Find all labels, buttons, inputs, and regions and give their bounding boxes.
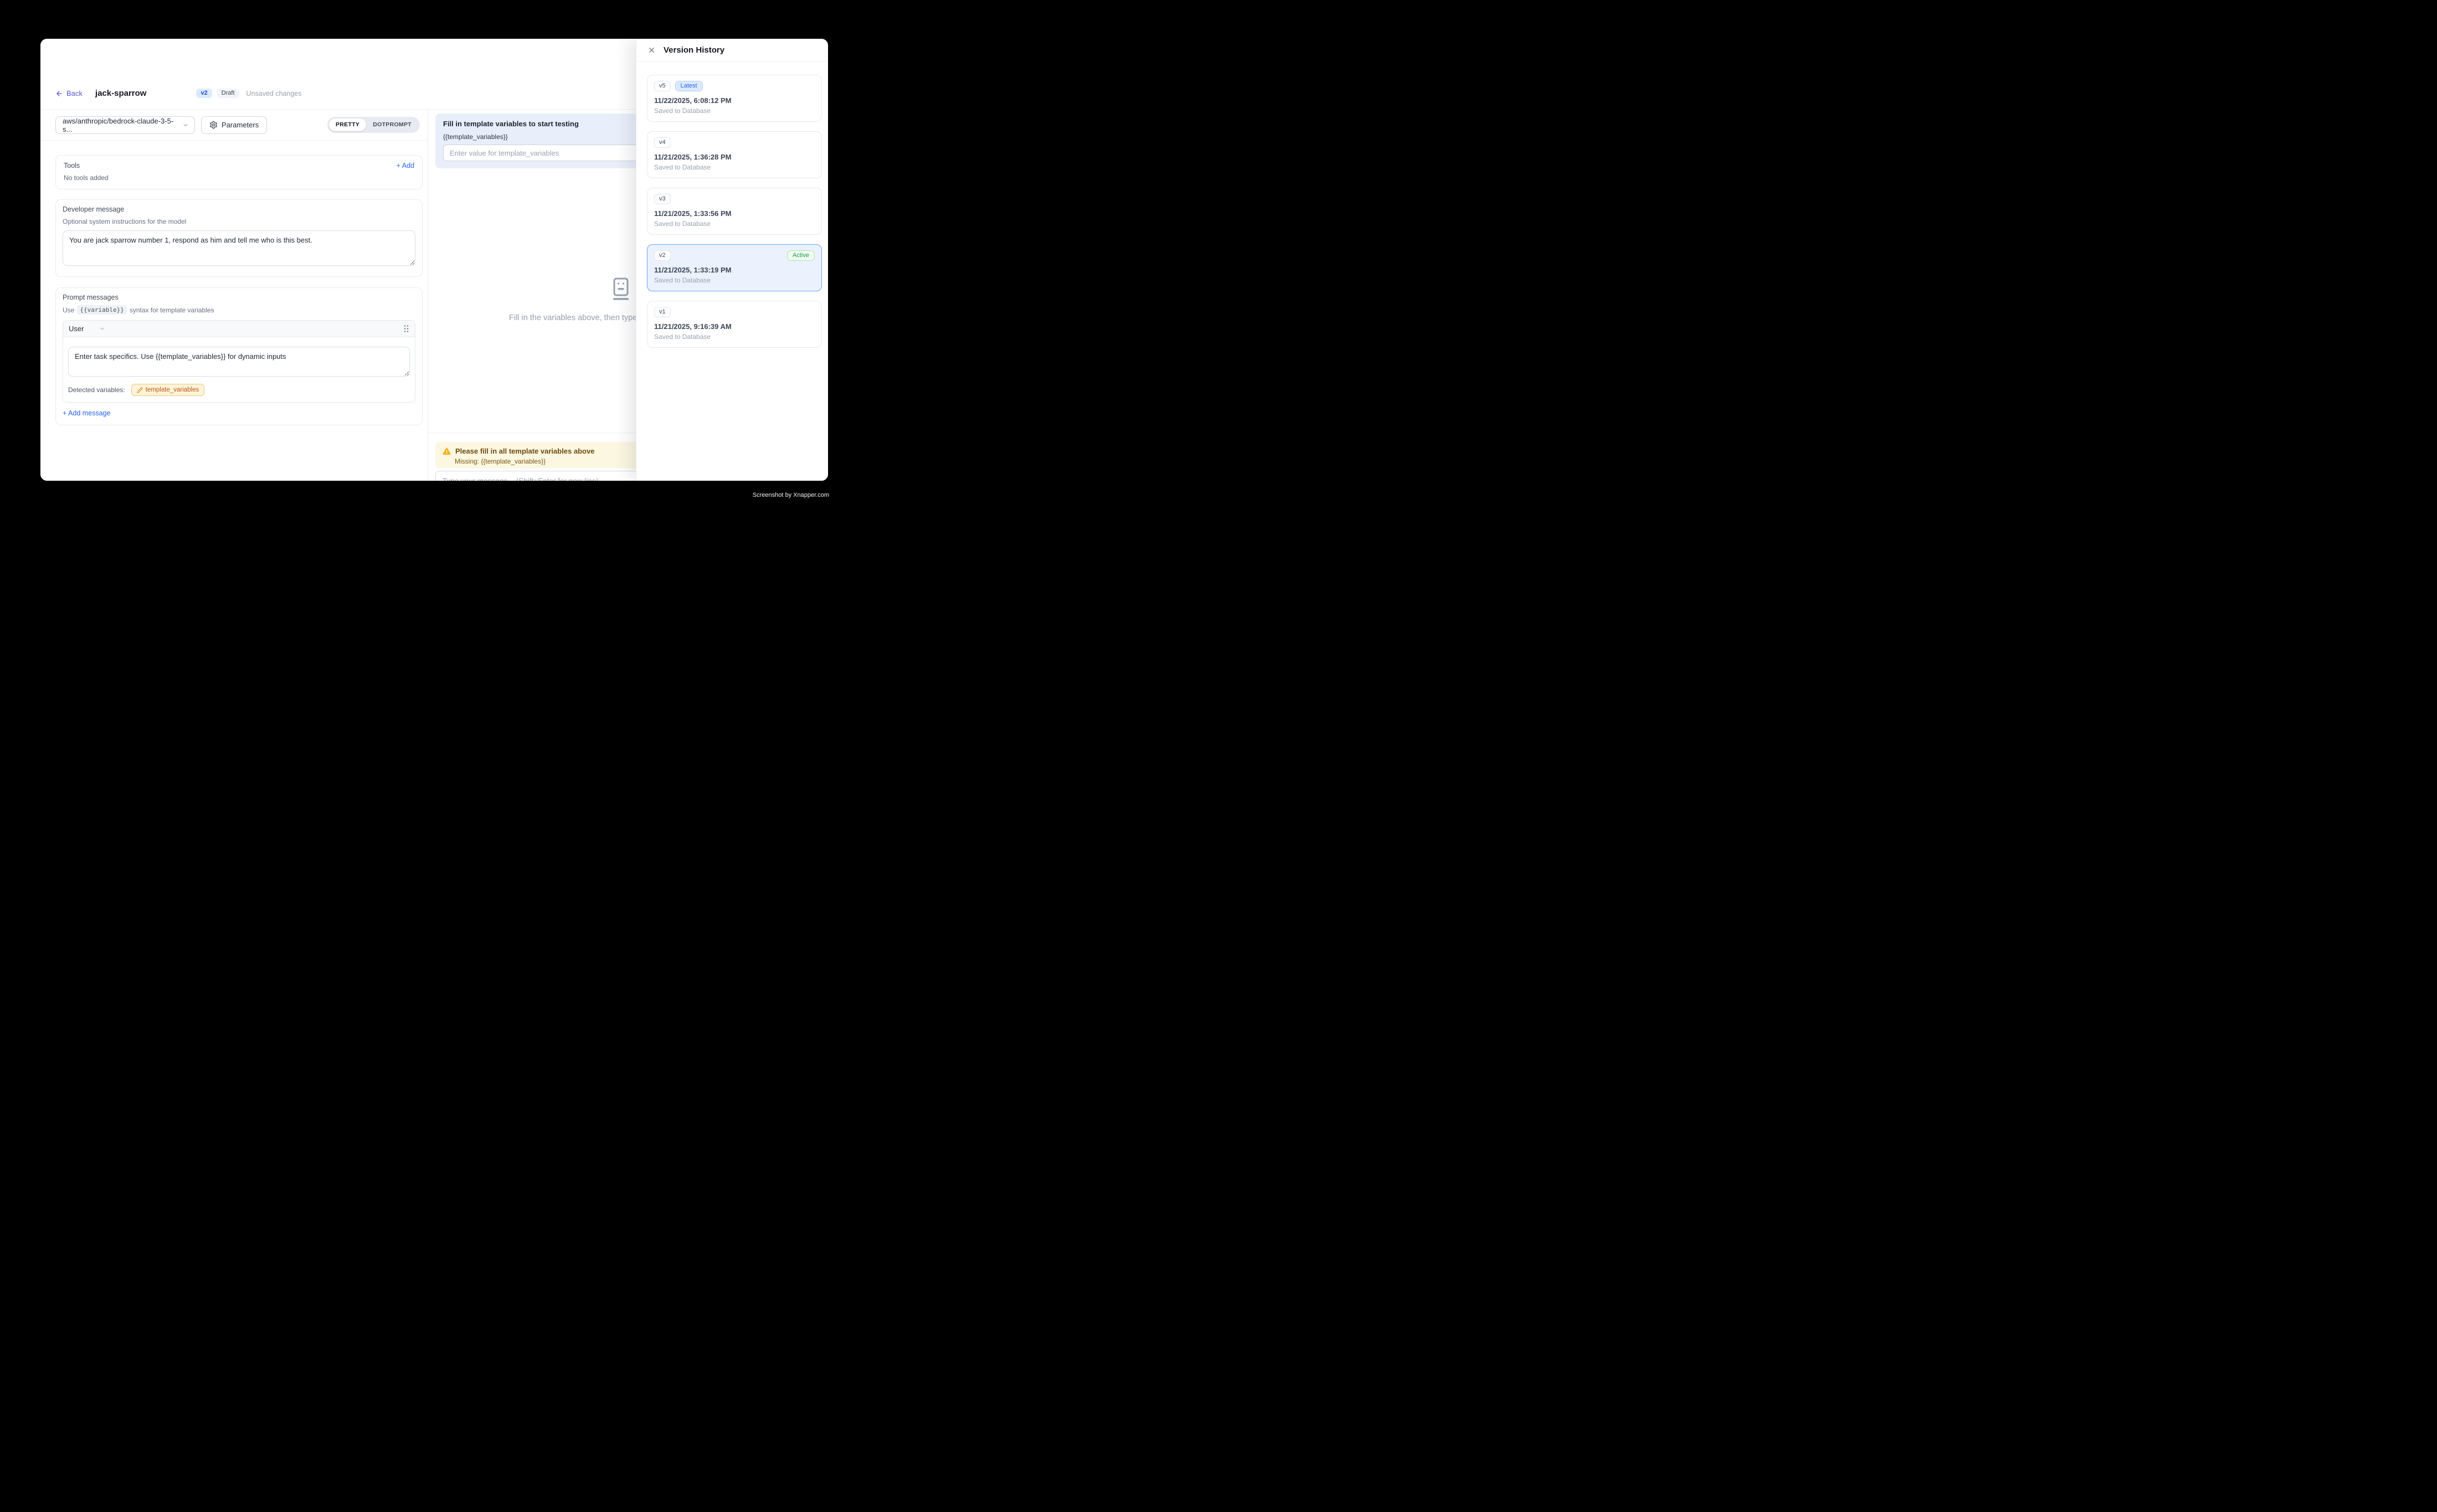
toggle-pretty[interactable]: PRETTY [329, 119, 366, 131]
version-id-badge: v3 [654, 194, 671, 204]
version-date: 11/21/2025, 1:33:19 PM [654, 266, 815, 274]
version-card-v1[interactable]: v1 11/21/2025, 9:16:39 AM Saved to Datab… [647, 301, 822, 348]
model-select[interactable]: aws/anthropic/bedrock-claude-3-5-s... [55, 116, 195, 134]
version-status: Saved to Database [654, 220, 815, 228]
chevron-down-icon [182, 122, 189, 128]
developer-message-title: Developer message [63, 205, 415, 213]
warning-title: Please fill in all template variables ab… [455, 447, 594, 455]
unsaved-changes-label: Unsaved changes [246, 90, 302, 97]
hint-prefix: Use [63, 306, 74, 314]
developer-message-section: Developer message Optional system instru… [55, 199, 423, 277]
message-content-input[interactable]: Enter task specifics. Use {{template_var… [68, 347, 410, 377]
version-card-v3[interactable]: v3 11/21/2025, 1:33:56 PM Saved to Datab… [647, 188, 822, 235]
drag-handle-icon[interactable] [403, 325, 409, 333]
main-header: Back jack-sparrow v2 Draft Unsaved chang… [40, 39, 636, 110]
version-date: 11/22/2025, 6:08:12 PM [654, 96, 815, 105]
parameters-button[interactable]: Parameters [201, 116, 267, 134]
message-role-value: User [69, 325, 84, 333]
version-id-badge: v2 [654, 250, 671, 261]
version-history-header: Version History [636, 39, 828, 61]
template-syntax-hint: Use {{variable}} syntax for template var… [63, 305, 415, 315]
version-date: 11/21/2025, 9:16:39 AM [654, 322, 815, 331]
robot-icon [611, 277, 631, 301]
pencil-icon [137, 387, 143, 393]
format-toggle: PRETTY DOTPROMPT [327, 117, 420, 133]
version-card-v4[interactable]: v4 11/21/2025, 1:36:28 PM Saved to Datab… [647, 131, 822, 178]
version-id-badge: v1 [654, 307, 671, 317]
editor-pane: aws/anthropic/bedrock-claude-3-5-s... Pa… [40, 110, 428, 481]
prompt-message-block: User Enter task specifics. Use {{templat… [63, 320, 415, 403]
template-variable-chip[interactable]: template_variables [131, 384, 205, 396]
toggle-dotprompt[interactable]: DOTPROMPT [366, 119, 418, 131]
prompt-messages-section: Prompt messages Use {{variable}} syntax … [55, 287, 423, 425]
editor-toolbar: aws/anthropic/bedrock-claude-3-5-s... Pa… [40, 110, 428, 141]
variable-syntax-chip: {{variable}} [77, 305, 126, 315]
version-date: 11/21/2025, 1:33:56 PM [654, 209, 815, 218]
gear-icon [209, 121, 218, 129]
close-icon[interactable] [647, 46, 656, 54]
tools-section: Tools + Add No tools added [55, 155, 423, 189]
chat-empty-hint: Fill in the variables above, then type [509, 313, 637, 322]
tools-title: Tools [64, 162, 80, 169]
prompt-messages-title: Prompt messages [63, 294, 415, 301]
add-tool-button[interactable]: + Add [397, 162, 414, 169]
version-status: Saved to Database [654, 107, 815, 115]
developer-message-subtitle: Optional system instructions for the mod… [63, 218, 415, 225]
version-status: Saved to Database [654, 333, 815, 341]
template-variable-chip-label: template_variables [146, 387, 199, 393]
message-role-select[interactable]: User [69, 325, 105, 333]
latest-badge: Latest [675, 81, 703, 91]
version-date: 11/21/2025, 1:36:28 PM [654, 153, 815, 161]
message-header: User [63, 321, 415, 337]
developer-message-input[interactable]: You are jack sparrow number 1, respond a… [63, 230, 415, 266]
version-history-title: Version History [664, 45, 724, 55]
back-label: Back [66, 89, 83, 97]
version-id-badge: v5 [654, 81, 671, 91]
detected-variables-label: Detected variables: [68, 386, 125, 394]
chevron-down-icon [99, 326, 105, 332]
version-card-v5[interactable]: v5 Latest 11/22/2025, 6:08:12 PM Saved t… [647, 75, 822, 122]
active-badge: Active [787, 250, 815, 261]
add-message-button[interactable]: + Add message [63, 409, 111, 417]
hint-suffix: syntax for template variables [130, 306, 214, 314]
warning-icon [443, 448, 451, 455]
tools-empty-text: No tools added [64, 174, 414, 182]
version-history-panel: Version History v5 Latest 11/22/2025, 6:… [636, 39, 828, 481]
parameters-label: Parameters [222, 121, 259, 129]
draft-badge: Draft [217, 89, 239, 98]
watermark-label: Screenshot by Xnapper.com [753, 492, 829, 498]
version-status: Saved to Database [654, 163, 815, 171]
arrow-left-icon [55, 90, 63, 97]
model-select-value: aws/anthropic/bedrock-claude-3-5-s... [63, 117, 182, 133]
version-id-badge: v4 [654, 137, 671, 148]
page-title: jack-sparrow [95, 89, 147, 98]
version-badge: v2 [196, 89, 212, 98]
back-button[interactable]: Back [55, 89, 83, 97]
version-status: Saved to Database [654, 276, 815, 284]
version-card-v2-active[interactable]: v2 Active 11/21/2025, 1:33:19 PM Saved t… [647, 244, 822, 291]
app-window: Back jack-sparrow v2 Draft Unsaved chang… [40, 39, 828, 481]
detected-variables-row: Detected variables: template_variables [63, 379, 415, 402]
version-list: v5 Latest 11/22/2025, 6:08:12 PM Saved t… [636, 61, 828, 348]
